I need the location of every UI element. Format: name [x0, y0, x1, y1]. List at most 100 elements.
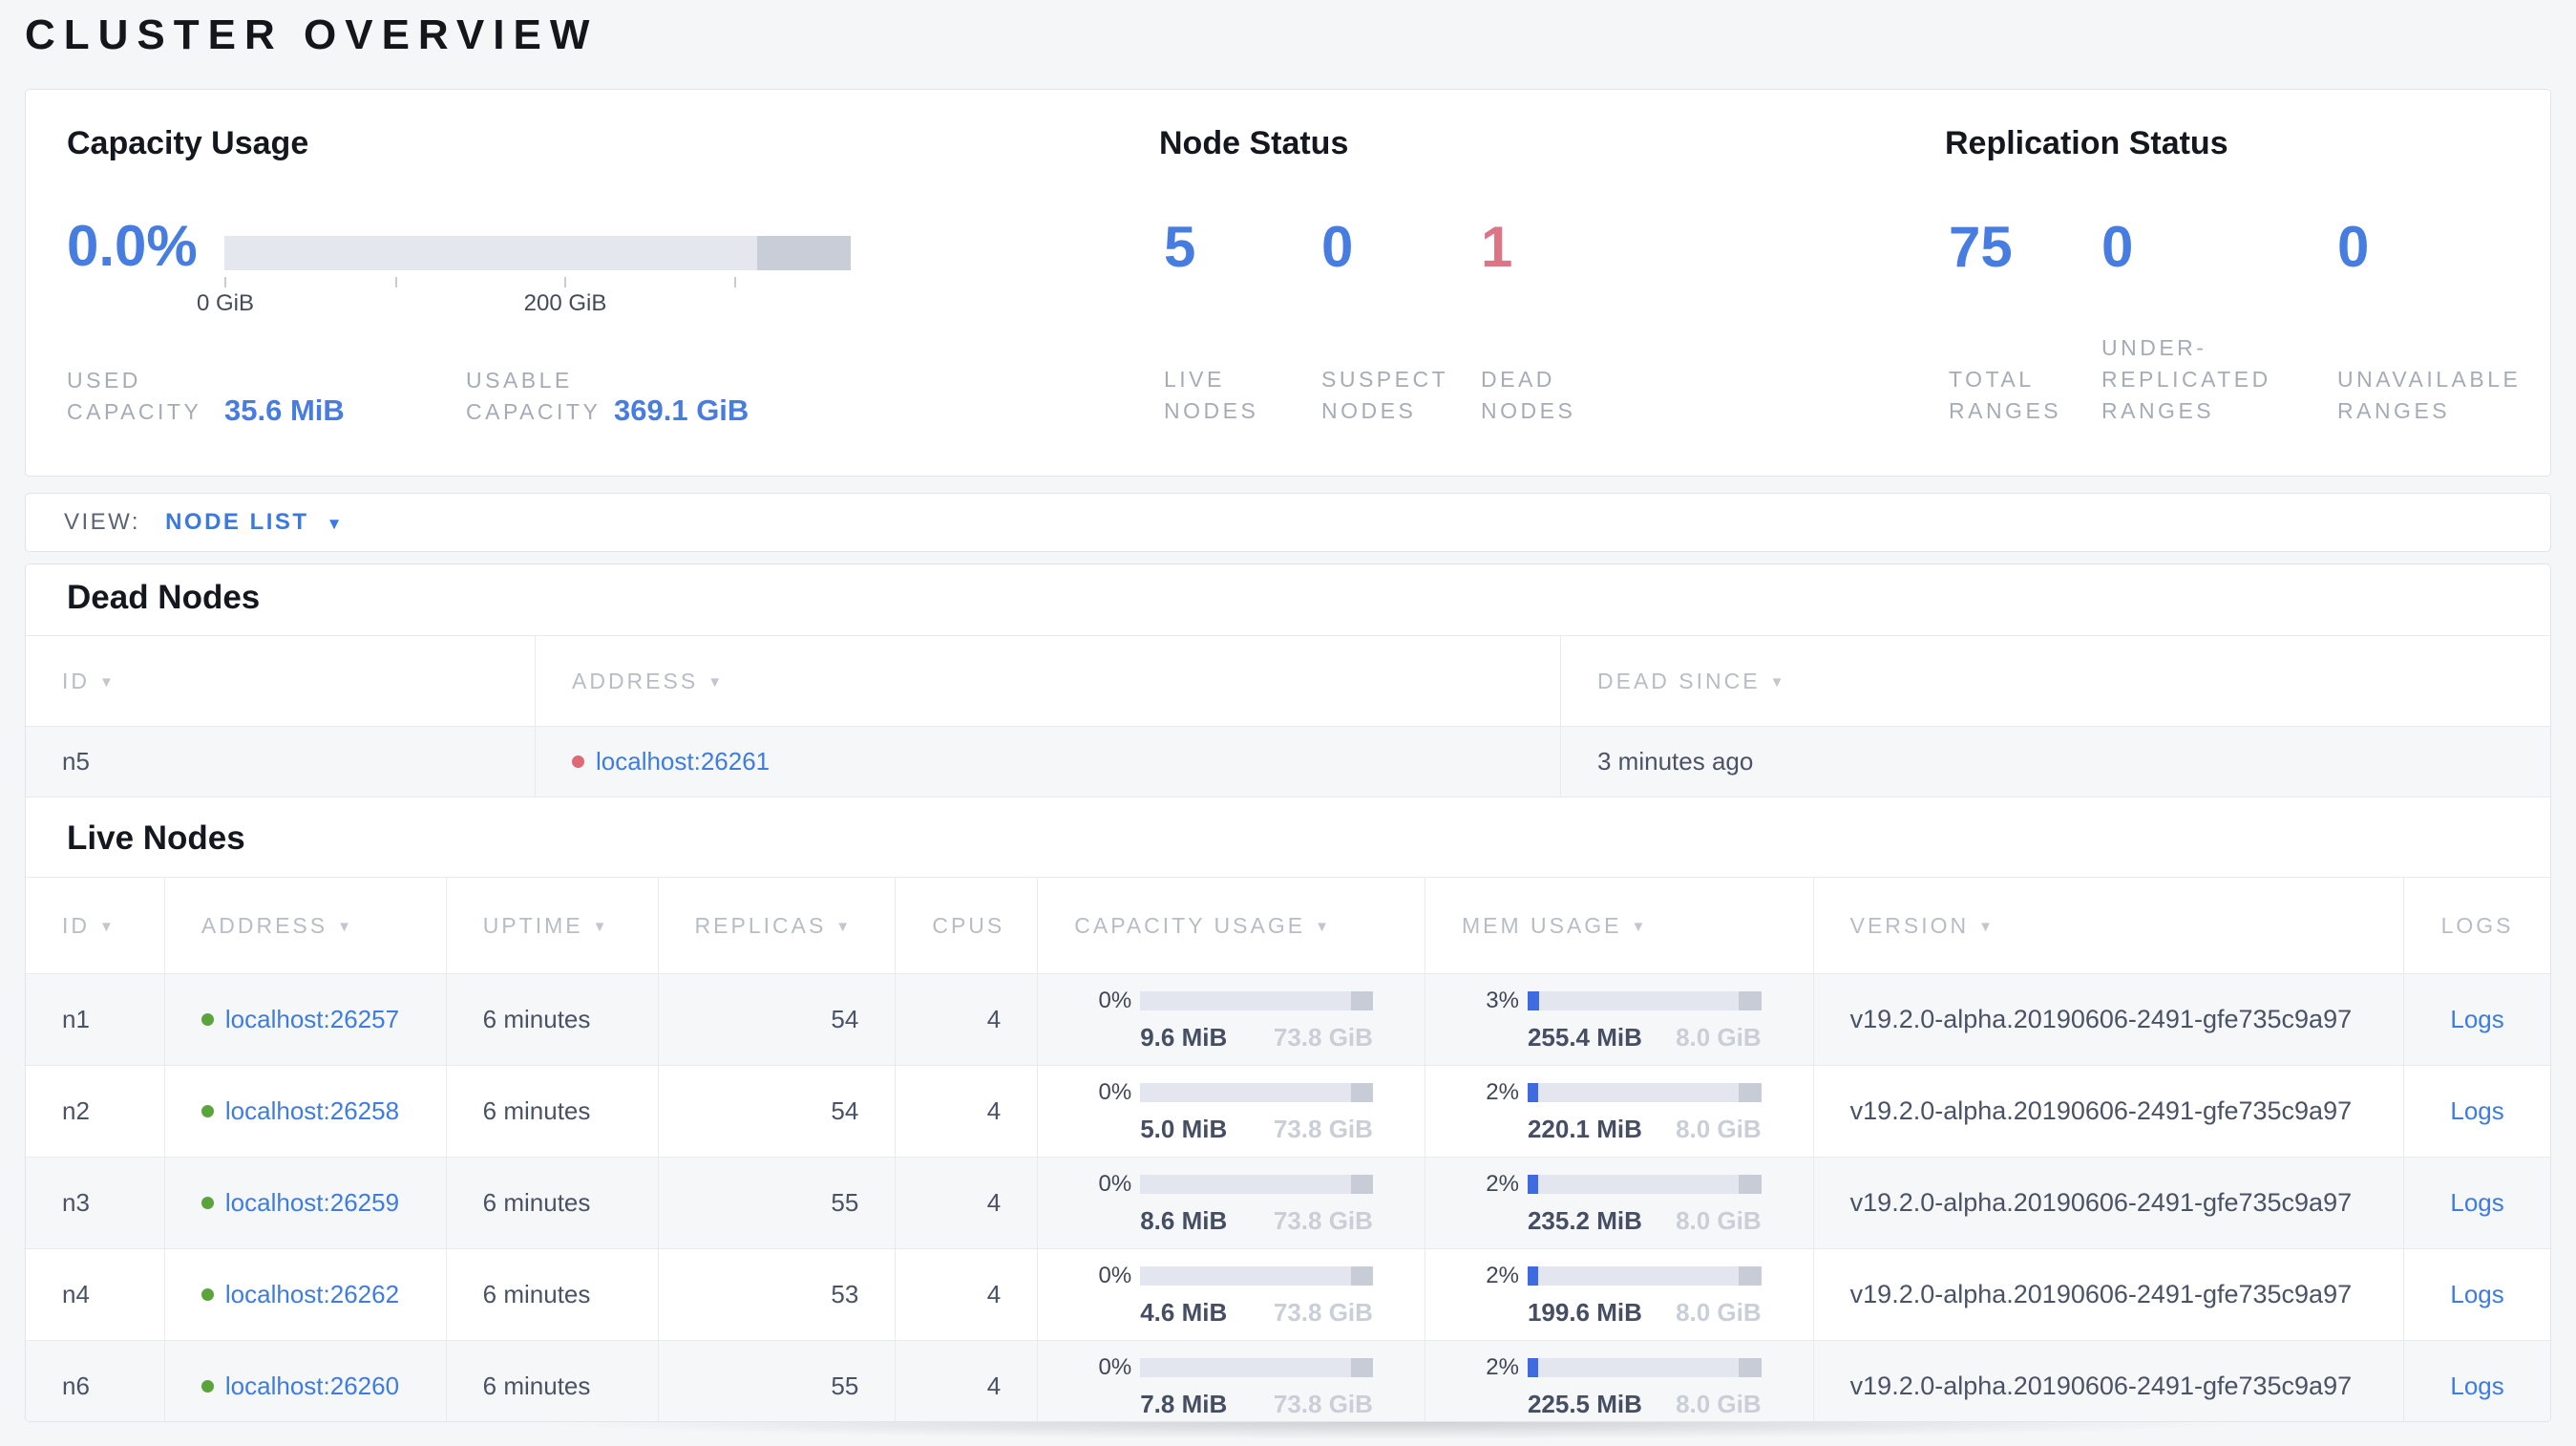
capacity-used: 8.6 MiB: [1140, 1205, 1228, 1235]
node-address-link[interactable]: localhost:26259: [225, 1188, 399, 1218]
dead-since-value: 3 minutes ago: [1597, 747, 1754, 776]
node-id: n3: [62, 1188, 90, 1217]
version-value: v19.2.0-alpha.20190606-2491-gfe735c9a97: [1849, 1372, 2353, 1400]
axis-tick-label: 200 GiB: [523, 290, 607, 316]
capacity-total: 73.8 GiB: [1273, 1205, 1373, 1235]
mem-used: 235.2 MiB: [1527, 1205, 1642, 1235]
capacity-percent: 0.0%: [67, 214, 198, 278]
suspect-nodes-count: 0: [1321, 215, 1354, 279]
node-id: n1: [62, 1005, 90, 1033]
capacity-percent: 0%: [1098, 1078, 1132, 1105]
node-address-link[interactable]: localhost:26258: [225, 1096, 399, 1126]
node-live-dot-icon: [201, 1380, 214, 1393]
replicas-value: 55: [831, 1372, 859, 1400]
mem-used: 225.5 MiB: [1527, 1389, 1642, 1418]
column-header-dead-since[interactable]: DEAD SINCE ▼: [1561, 636, 2550, 726]
capacity-mini-bar: [1140, 1174, 1373, 1194]
mem-percent: 2%: [1486, 1262, 1519, 1288]
node-address-link[interactable]: localhost:26262: [225, 1280, 399, 1309]
suspect-nodes-stat: 0 SUSPECT NODES: [1321, 215, 1467, 427]
dead-nodes-header-row: ID ▼ ADDRESS ▼ DEAD SINCE ▼: [26, 635, 2550, 727]
sort-desc-icon: ▼: [337, 918, 351, 935]
live-nodes-label: LIVE NODES: [1164, 367, 1259, 423]
logs-link[interactable]: Logs: [2450, 1280, 2503, 1309]
column-header-replicas[interactable]: REPLICAS ▼: [659, 878, 897, 973]
sort-desc-icon: ▼: [1978, 918, 1994, 935]
mem-percent: 2%: [1486, 1170, 1519, 1197]
mem-total: 8.0 GiB: [1676, 1205, 1762, 1235]
column-header-uptime[interactable]: UPTIME ▼: [447, 878, 659, 973]
dead-nodes-count: 1: [1481, 215, 1513, 279]
sort-desc-icon: ▼: [707, 673, 723, 691]
cpus-value: 4: [986, 1005, 1002, 1033]
cpus-value: 4: [986, 1280, 1002, 1308]
node-address-link[interactable]: localhost:26257: [225, 1005, 399, 1034]
live-nodes-header-row: ID ▼ ADDRESS ▼ UPTIME ▼ REPLICAS ▼ CPUS: [26, 877, 2550, 974]
dead-nodes-label: DEAD NODES: [1481, 367, 1576, 423]
mem-usage-cell: 2% 235.2 MiB 8.0 GiB: [1425, 1158, 1814, 1248]
capacity-bar: [224, 236, 851, 270]
sort-desc-icon: ▼: [1315, 918, 1329, 935]
uptime-value: 6 minutes: [482, 1280, 591, 1308]
sort-desc-icon: ▼: [1631, 918, 1646, 935]
table-row: n6 localhost:26260 6 minutes 55 4 0% 7.8…: [26, 1341, 2550, 1421]
capacity-usage-cell: 0% 4.6 MiB 73.8 GiB: [1038, 1249, 1425, 1340]
view-selector-dropdown[interactable]: NODE LIST ▼: [165, 509, 342, 536]
column-header-id[interactable]: ID ▼: [26, 636, 536, 726]
cpus-value: 4: [986, 1096, 1002, 1125]
node-live-dot-icon: [201, 1197, 214, 1209]
mem-usage-cell: 2% 220.1 MiB 8.0 GiB: [1425, 1066, 1814, 1157]
node-id: n6: [62, 1372, 90, 1400]
capacity-total: 73.8 GiB: [1273, 1114, 1373, 1143]
logs-link[interactable]: Logs: [2450, 1096, 2503, 1126]
total-ranges-count: 75: [1949, 215, 2013, 279]
node-address-link[interactable]: localhost:26260: [225, 1372, 399, 1401]
dead-nodes-table: ID ▼ ADDRESS ▼ DEAD SINCE ▼ n5 localhost…: [26, 635, 2550, 797]
node-status-title: Node Status: [1159, 125, 1349, 161]
node-address-link[interactable]: localhost:26261: [596, 747, 770, 776]
view-selected-value[interactable]: NODE LIST: [165, 509, 309, 536]
capacity-usage-title: Capacity Usage: [67, 125, 309, 161]
node-live-dot-icon: [201, 1013, 214, 1026]
capacity-percent: 0%: [1098, 987, 1132, 1013]
node-id: n2: [62, 1096, 90, 1125]
sort-desc-icon: ▼: [99, 673, 114, 691]
capacity-mini-bar: [1140, 990, 1373, 1010]
version-value: v19.2.0-alpha.20190606-2491-gfe735c9a97: [1849, 1096, 2353, 1125]
live-nodes-count: 5: [1164, 215, 1196, 279]
version-value: v19.2.0-alpha.20190606-2491-gfe735c9a97: [1849, 1188, 2353, 1217]
column-header-mem-usage[interactable]: MEM USAGE ▼: [1425, 878, 1814, 973]
suspect-nodes-label: SUSPECT NODES: [1321, 367, 1448, 423]
capacity-usage-cell: 0% 8.6 MiB 73.8 GiB: [1038, 1158, 1425, 1248]
capacity-percent: 0%: [1098, 1170, 1132, 1197]
mem-total: 8.0 GiB: [1676, 1389, 1762, 1418]
capacity-total: 73.8 GiB: [1273, 1389, 1373, 1418]
usable-capacity-value: 369.1 GiB: [614, 393, 750, 427]
mem-usage-cell: 2% 199.6 MiB 8.0 GiB: [1425, 1249, 1814, 1340]
uptime-value: 6 minutes: [482, 1005, 591, 1033]
logs-link[interactable]: Logs: [2450, 1372, 2503, 1401]
capacity-total: 73.8 GiB: [1273, 1297, 1373, 1327]
table-row: n3 localhost:26259 6 minutes 55 4 0% 8.6…: [26, 1158, 2550, 1249]
logs-link[interactable]: Logs: [2450, 1188, 2503, 1218]
used-capacity-label: USED CAPACITY: [67, 368, 202, 424]
column-header-address[interactable]: ADDRESS ▼: [536, 636, 1561, 726]
mem-mini-bar: [1527, 1082, 1762, 1102]
column-header-capacity-usage[interactable]: CAPACITY USAGE ▼: [1038, 878, 1425, 973]
capacity-used: 7.8 MiB: [1140, 1389, 1228, 1418]
uptime-value: 6 minutes: [482, 1372, 591, 1400]
capacity-percent: 0%: [1098, 1353, 1132, 1380]
axis-tick: [564, 277, 566, 287]
column-header-id[interactable]: ID ▼: [26, 878, 165, 973]
total-ranges-label: TOTAL RANGES: [1949, 367, 2062, 423]
unavailable-ranges-stat: 0 UNAVAILABLE RANGES: [2337, 215, 2559, 427]
logs-link[interactable]: Logs: [2450, 1005, 2503, 1034]
node-dead-dot-icon: [572, 755, 584, 768]
column-header-address[interactable]: ADDRESS ▼: [165, 878, 447, 973]
mem-total: 8.0 GiB: [1676, 1297, 1762, 1327]
uptime-value: 6 minutes: [482, 1188, 591, 1217]
column-header-version[interactable]: VERSION ▼: [1814, 878, 2405, 973]
column-header-cpus: CPUS: [896, 878, 1039, 973]
unavailable-ranges-count: 0: [2337, 215, 2370, 279]
axis-tick: [734, 277, 736, 287]
